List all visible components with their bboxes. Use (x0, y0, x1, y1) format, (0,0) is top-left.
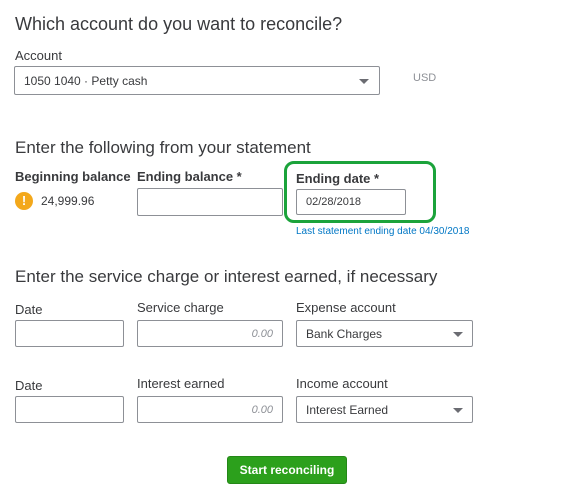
currency-label: USD (413, 72, 437, 84)
interest-earned-input[interactable]: 0.00 (137, 396, 283, 423)
expense-account-value: Bank Charges (306, 326, 383, 341)
interest-earned-label: Interest earned (137, 376, 225, 391)
interest-date-input[interactable] (15, 396, 124, 423)
service-charge-input[interactable]: 0.00 (137, 320, 283, 347)
beginning-balance-value: 24,999.96 (41, 194, 95, 208)
page-title: Which account do you want to reconcile? (15, 14, 343, 34)
expense-account-label: Expense account (296, 300, 396, 315)
income-account-label: Income account (296, 376, 388, 391)
ending-date-label: Ending date * (296, 171, 380, 186)
exclamation-circle-icon: ! (15, 192, 33, 210)
interest-date-label: Date (15, 378, 43, 393)
service-date-input[interactable] (15, 320, 124, 347)
income-account-select[interactable]: Interest Earned (296, 396, 473, 423)
ending-date-value: 02/28/2018 (306, 196, 362, 208)
account-select[interactable]: 1050 1040 · Petty cash (14, 66, 380, 95)
income-account-value: Interest Earned (306, 402, 389, 417)
statement-section-title: Enter the following from your statement (15, 138, 311, 157)
ending-balance-label: Ending balance * (137, 169, 242, 184)
start-reconciling-button[interactable]: Start reconciling (227, 456, 347, 484)
chevron-down-icon (453, 332, 463, 337)
interest-earned-placeholder: 0.00 (251, 403, 273, 416)
account-label: Account (15, 48, 62, 63)
service-charge-placeholder: 0.00 (251, 327, 273, 340)
last-statement-link[interactable]: Last statement ending date 04/30/2018 (296, 226, 469, 237)
beginning-balance-label: Beginning balance (15, 169, 131, 184)
charges-section-title: Enter the service charge or interest ear… (15, 267, 438, 286)
chevron-down-icon (359, 79, 369, 84)
ending-date-input[interactable]: 02/28/2018 (296, 189, 406, 215)
account-select-value: 1050 1040 · Petty cash (24, 73, 148, 88)
ending-balance-input[interactable] (137, 188, 283, 216)
service-date-label: Date (15, 302, 43, 317)
service-charge-label: Service charge (137, 300, 224, 315)
chevron-down-icon (453, 408, 463, 413)
expense-account-select[interactable]: Bank Charges (296, 320, 473, 347)
